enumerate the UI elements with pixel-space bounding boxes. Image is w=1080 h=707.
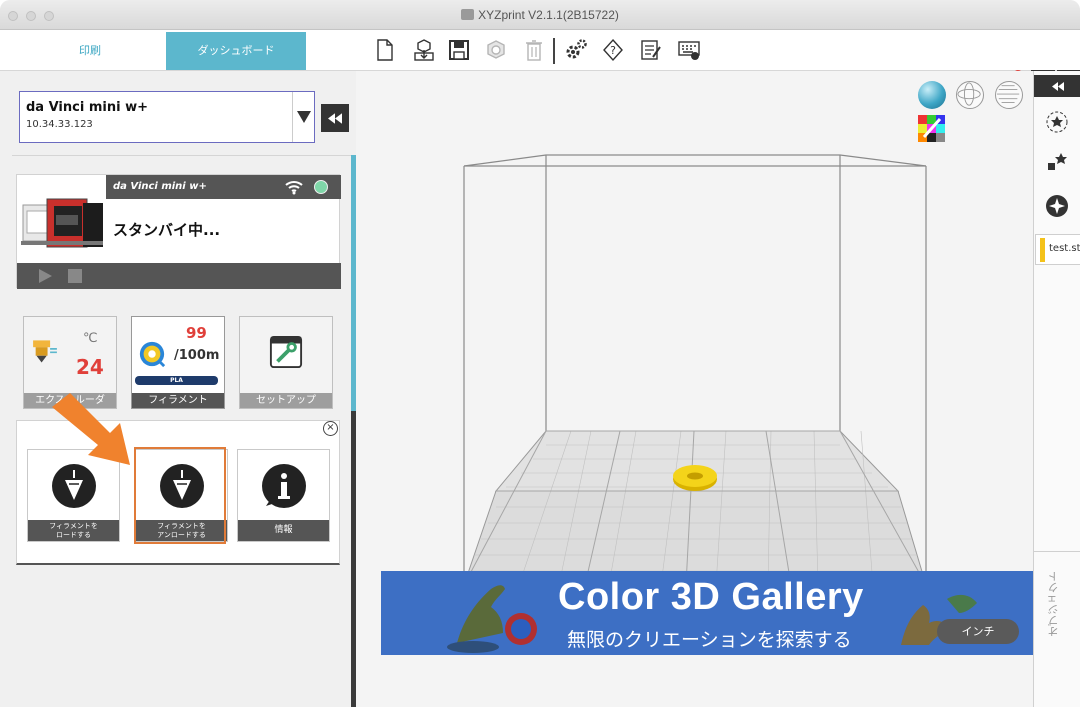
solid-view-icon[interactable] (918, 81, 946, 109)
window-title-text: XYZprint V2.1.1(2B15722) (478, 8, 619, 22)
object-panel: test.stl オブジェクト (1033, 71, 1080, 707)
collapse-panel-button[interactable] (321, 104, 349, 132)
double-chevron-left-icon (1051, 81, 1064, 91)
window-title: XYZprint V2.1.1(2B15722) (0, 8, 1080, 22)
object-list-item[interactable]: test.stl (1035, 234, 1080, 265)
printer-card-header: da Vinci mini w+ (106, 175, 341, 199)
setup-tile[interactable]: セットアップ (239, 316, 333, 409)
import-icon[interactable] (411, 37, 437, 63)
export-icon[interactable] (483, 37, 509, 63)
banner-title: Color 3D Gallery (558, 576, 864, 618)
object-panel-label: オブジェクト (1047, 571, 1060, 637)
banner-subtitle: 無限のクリエーションを探索する (567, 629, 852, 651)
save-icon[interactable] (446, 37, 472, 63)
app-window: XYZprint V2.1.1(2B15722) 印刷 ダッシュボード ? da… (0, 0, 1080, 707)
compass-icon[interactable] (1044, 193, 1070, 219)
temperature-value: 24 (76, 355, 104, 379)
orange-arrow-icon (52, 393, 130, 465)
printer-image (17, 175, 106, 263)
donut-model[interactable] (673, 465, 717, 491)
filament-type: PLA (170, 377, 183, 384)
setup-wrench-icon (269, 335, 303, 369)
load-filament-label: フィラメントを ロードする (28, 520, 119, 541)
notes-icon[interactable] (638, 37, 664, 63)
auto-arrange-icon[interactable] (1044, 149, 1070, 175)
setup-label: セットアップ (240, 393, 332, 408)
gallery-banner[interactable]: Color 3D Gallery 無限のクリエーションを探索する インチ (381, 571, 1033, 655)
stop-icon[interactable] (68, 269, 82, 283)
new-file-icon[interactable] (372, 37, 398, 63)
title-bar: XYZprint V2.1.1(2B15722) (0, 0, 1080, 30)
toolbar: 印刷 ダッシュボード ? ! (0, 30, 1080, 94)
keyboard-icon[interactable] (676, 37, 702, 63)
right-panel-collapse-button[interactable] (1034, 75, 1080, 97)
printer-select-dropdown[interactable]: da Vinci mini w+ 10.34.33.123 (19, 91, 315, 143)
settings-icon[interactable] (563, 37, 589, 63)
print-controls (17, 263, 341, 289)
filament-type-bar: PLA (135, 376, 218, 385)
temperature-unit: ℃ (83, 331, 98, 346)
printer-model: da Vinci mini w+ (113, 181, 207, 192)
3d-viewport[interactable]: Color 3D Gallery 無限のクリエーションを探索する インチ (356, 71, 1033, 707)
color-palette-icon[interactable] (918, 115, 945, 142)
extruder-icon (33, 340, 57, 363)
info-icon (262, 464, 306, 508)
unload-highlight-frame (134, 447, 226, 544)
select-all-icon[interactable] (1044, 109, 1070, 135)
wireframe-view-icon[interactable] (956, 81, 984, 109)
filament-tile[interactable]: 99 /100m PLA フィラメント (131, 316, 225, 409)
toolbar-separator (553, 38, 555, 64)
connection-status-indicator (314, 180, 328, 194)
printer-name: da Vinci mini w+ (26, 100, 148, 115)
chevron-down-icon[interactable] (292, 92, 314, 142)
dashboard-panel: da Vinci mini w+ 10.34.33.123 da Vinci m… (0, 71, 356, 707)
tab-print[interactable]: 印刷 (14, 32, 166, 70)
printer-status-card[interactable]: da Vinci mini w+ スタンバイ中... (16, 174, 341, 289)
load-filament-icon (52, 464, 96, 508)
filament-total: /100m (174, 348, 220, 363)
info-label: 情報 (238, 520, 329, 541)
printer-ip: 10.34.33.123 (26, 119, 93, 130)
close-icon[interactable]: × (323, 421, 338, 436)
printer-status-text: スタンバイ中... (113, 221, 221, 239)
filament-label: フィラメント (132, 393, 224, 408)
filament-remaining: 99 (186, 324, 207, 342)
play-icon[interactable] (39, 269, 52, 283)
trash-icon[interactable] (521, 37, 547, 63)
right-panel-divider (1034, 551, 1080, 552)
object-name: test.stl (1049, 243, 1080, 254)
info-button[interactable]: 情報 (237, 449, 330, 542)
wifi-icon (284, 179, 304, 195)
help-icon[interactable]: ? (600, 37, 626, 63)
app-icon (461, 9, 475, 20)
double-chevron-left-icon (328, 112, 342, 124)
filament-spool-icon (139, 341, 166, 368)
object-color-marker (1040, 238, 1045, 262)
layer-view-icon[interactable] (995, 81, 1023, 109)
banner-button[interactable]: インチ (937, 619, 1019, 644)
svg-text:?: ? (610, 44, 616, 57)
tab-dashboard[interactable]: ダッシュボード (166, 32, 306, 70)
